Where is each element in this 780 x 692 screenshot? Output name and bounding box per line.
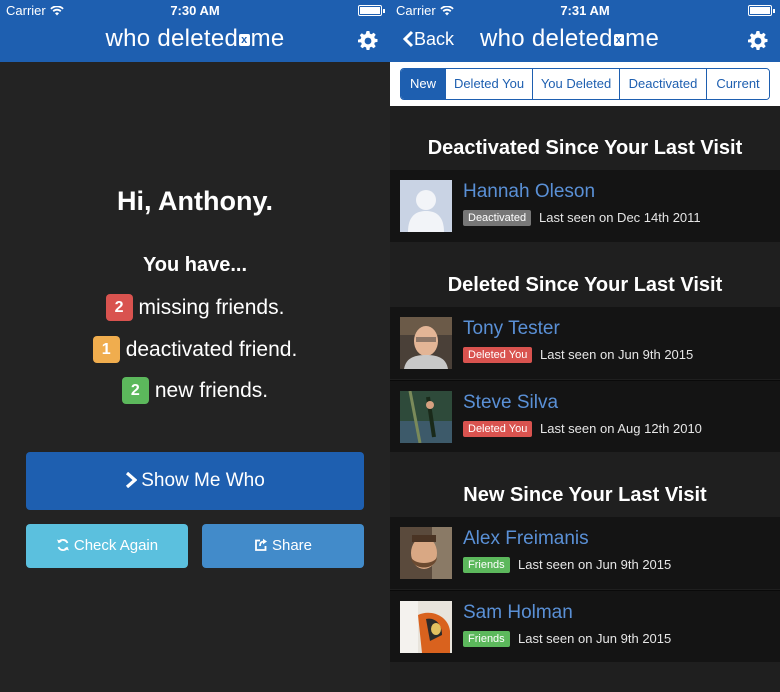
check-again-label: Check Again bbox=[73, 537, 159, 554]
friend-name[interactable]: Hannah Oleson bbox=[463, 181, 595, 203]
logo-text-left: who deleted bbox=[480, 25, 613, 52]
nav-bar: who deleted x me bbox=[0, 20, 390, 62]
check-again-button[interactable]: Check Again bbox=[26, 524, 188, 568]
avatar bbox=[400, 527, 452, 579]
segmented-control: New Deleted You You Deleted Deactivated … bbox=[400, 68, 770, 100]
results-screen: Carrier 7:31 AM Back who deleted x me New … bbox=[390, 0, 780, 692]
status-badge: Friends bbox=[463, 557, 510, 573]
app-logo: who deleted x me bbox=[480, 25, 736, 53]
gear-icon[interactable] bbox=[358, 31, 378, 51]
avatar bbox=[400, 317, 452, 369]
stat-deactivated: 1 deactivated friend. bbox=[0, 336, 390, 363]
count-badge: 1 bbox=[92, 336, 120, 363]
friend-name[interactable]: Sam Holman bbox=[463, 602, 573, 624]
chevron-left-icon bbox=[402, 30, 414, 48]
status-bar: Carrier 7:30 AM bbox=[0, 0, 390, 20]
chevron-right-icon bbox=[126, 471, 138, 489]
battery-icon bbox=[358, 5, 385, 16]
filter-bar: New Deleted You You Deleted Deactivated … bbox=[390, 62, 780, 106]
avatar bbox=[400, 180, 452, 232]
home-screen: Carrier 7:30 AM who deleted x me Hi, Antho… bbox=[0, 0, 390, 692]
app-logo: who deleted x me bbox=[0, 25, 390, 53]
last-seen: Last seen on Aug 12th 2010 bbox=[540, 421, 702, 436]
stat-missing: 2 missing friends. bbox=[0, 294, 390, 321]
tab-current[interactable]: Current bbox=[706, 69, 769, 99]
list-item[interactable]: Steve Silva Deleted You Last seen on Aug… bbox=[390, 380, 780, 452]
stat-new: 2 new friends. bbox=[0, 377, 390, 404]
friend-name[interactable]: Alex Freimanis bbox=[463, 528, 589, 550]
logo-x-badge: x bbox=[239, 34, 250, 46]
avatar bbox=[400, 601, 452, 653]
stat-text: missing friends. bbox=[138, 296, 285, 319]
share-icon bbox=[255, 538, 267, 551]
stat-text: new friends. bbox=[154, 379, 269, 402]
last-seen: Last seen on Jun 9th 2015 bbox=[518, 631, 672, 646]
gear-icon[interactable] bbox=[748, 31, 768, 51]
nav-bar: Back who deleted x me bbox=[390, 20, 780, 62]
clock: 7:30 AM bbox=[170, 3, 220, 18]
tab-deactivated[interactable]: Deactivated bbox=[619, 69, 706, 99]
last-seen: Last seen on Jun 9th 2015 bbox=[540, 347, 694, 362]
status-badge: Deactivated bbox=[463, 210, 532, 226]
logo-text-right: me bbox=[250, 25, 285, 52]
you-have-label: You have... bbox=[142, 254, 248, 276]
last-seen: Last seen on Dec 14th 2011 bbox=[539, 210, 701, 225]
logo-x-badge: x bbox=[613, 34, 625, 46]
count-badge: 2 bbox=[105, 294, 133, 321]
logo-text-right: me bbox=[625, 25, 660, 52]
list-item[interactable]: Sam Holman Friends Last seen on Jun 9th … bbox=[390, 590, 780, 662]
section-title-deactivated: Deactivated Since Your Last Visit bbox=[427, 137, 743, 159]
status-bar: Carrier 7:31 AM bbox=[390, 0, 780, 20]
battery-icon bbox=[748, 5, 775, 16]
avatar bbox=[400, 391, 452, 443]
show-me-who-button[interactable]: Show Me Who bbox=[26, 452, 364, 510]
back-label: Back bbox=[414, 29, 455, 49]
list-item[interactable]: Alex Freimanis Friends Last seen on Jun … bbox=[390, 517, 780, 589]
status-badge: Deleted You bbox=[463, 421, 533, 437]
tab-you-deleted[interactable]: You Deleted bbox=[532, 69, 619, 99]
back-button[interactable]: Back bbox=[402, 29, 454, 50]
share-label: Share bbox=[271, 537, 313, 554]
section-title-deleted: Deleted Since Your Last Visit bbox=[447, 274, 723, 296]
section-title-new: New Since Your Last Visit bbox=[463, 484, 707, 506]
tab-deleted-you[interactable]: Deleted You bbox=[445, 69, 532, 99]
tab-new[interactable]: New bbox=[401, 69, 445, 99]
last-seen: Last seen on Jun 9th 2015 bbox=[518, 557, 672, 572]
show-me-who-label: Show Me Who bbox=[141, 470, 265, 491]
status-badge: Deleted You bbox=[463, 347, 533, 363]
stat-text: deactivated friend. bbox=[125, 338, 298, 361]
friend-name[interactable]: Tony Tester bbox=[463, 318, 560, 340]
clock: 7:31 AM bbox=[560, 3, 610, 18]
greeting-heading: Hi, Anthony. bbox=[117, 186, 273, 216]
count-badge: 2 bbox=[121, 377, 149, 404]
friend-name[interactable]: Steve Silva bbox=[463, 392, 558, 414]
list-item[interactable]: Tony Tester Deleted You Last seen on Jun… bbox=[390, 307, 780, 379]
refresh-icon bbox=[56, 539, 69, 551]
list-item[interactable]: Hannah Oleson Deactivated Last seen on D… bbox=[390, 170, 780, 242]
share-button[interactable]: Share bbox=[202, 524, 364, 568]
status-badge: Friends bbox=[463, 631, 510, 647]
logo-text-left: who deleted bbox=[105, 25, 239, 52]
